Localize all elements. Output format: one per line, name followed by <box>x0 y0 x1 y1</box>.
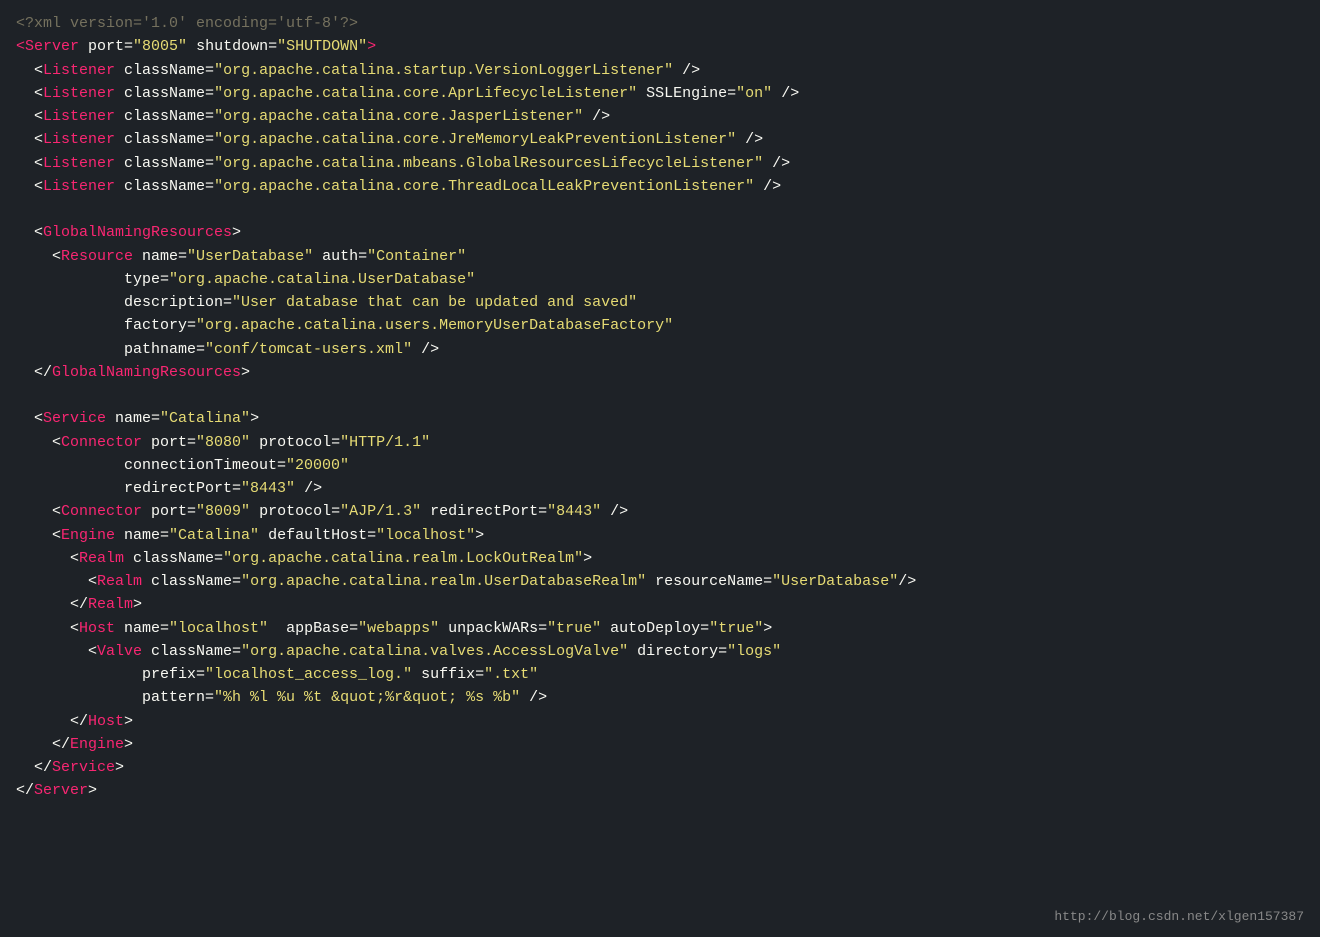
code-line: <Listener className="org.apache.catalina… <box>16 82 1304 105</box>
code-line: <Realm className="org.apache.catalina.re… <box>16 570 1304 593</box>
code-line: pathname="conf/tomcat-users.xml" /> <box>16 338 1304 361</box>
code-line: <Engine name="Catalina" defaultHost="loc… <box>16 524 1304 547</box>
code-line: </Realm> <box>16 593 1304 616</box>
code-line: <Connector port="8009" protocol="AJP/1.3… <box>16 500 1304 523</box>
code-line: </Engine> <box>16 733 1304 756</box>
code-line: <?xml version='1.0' encoding='utf-8'?> <box>16 12 1304 35</box>
code-line: type="org.apache.catalina.UserDatabase" <box>16 268 1304 291</box>
code-line: <Server port="8005" shutdown="SHUTDOWN"> <box>16 35 1304 58</box>
code-line: connectionTimeout="20000" <box>16 454 1304 477</box>
code-line: <Realm className="org.apache.catalina.re… <box>16 547 1304 570</box>
code-line: <Service name="Catalina"> <box>16 407 1304 430</box>
code-line: description="User database that can be u… <box>16 291 1304 314</box>
code-line: <Resource name="UserDatabase" auth="Cont… <box>16 245 1304 268</box>
code-line: <GlobalNamingResources> <box>16 221 1304 244</box>
code-line: <Connector port="8080" protocol="HTTP/1.… <box>16 431 1304 454</box>
code-line: factory="org.apache.catalina.users.Memor… <box>16 314 1304 337</box>
watermark: http://blog.csdn.net/xlgen157387 <box>1054 907 1304 927</box>
code-line: <Listener className="org.apache.catalina… <box>16 128 1304 151</box>
code-line: <Host name="localhost" appBase="webapps"… <box>16 617 1304 640</box>
code-line: redirectPort="8443" /> <box>16 477 1304 500</box>
code-line: prefix="localhost_access_log." suffix=".… <box>16 663 1304 686</box>
code-line: </GlobalNamingResources> <box>16 361 1304 384</box>
code-line: </Server> <box>16 779 1304 802</box>
code-line: <Listener className="org.apache.catalina… <box>16 59 1304 82</box>
code-line: <Listener className="org.apache.catalina… <box>16 175 1304 198</box>
code-line: pattern="%h %l %u %t &quot;%r&quot; %s %… <box>16 686 1304 709</box>
code-line: </Service> <box>16 756 1304 779</box>
code-line: </Host> <box>16 710 1304 733</box>
code-block: <?xml version='1.0' encoding='utf-8'?><S… <box>16 12 1304 803</box>
code-container: <?xml version='1.0' encoding='utf-8'?><S… <box>0 0 1320 937</box>
code-line: <Valve className="org.apache.catalina.va… <box>16 640 1304 663</box>
code-line <box>16 198 1304 221</box>
code-line: <Listener className="org.apache.catalina… <box>16 152 1304 175</box>
code-line <box>16 384 1304 407</box>
code-line: <Listener className="org.apache.catalina… <box>16 105 1304 128</box>
